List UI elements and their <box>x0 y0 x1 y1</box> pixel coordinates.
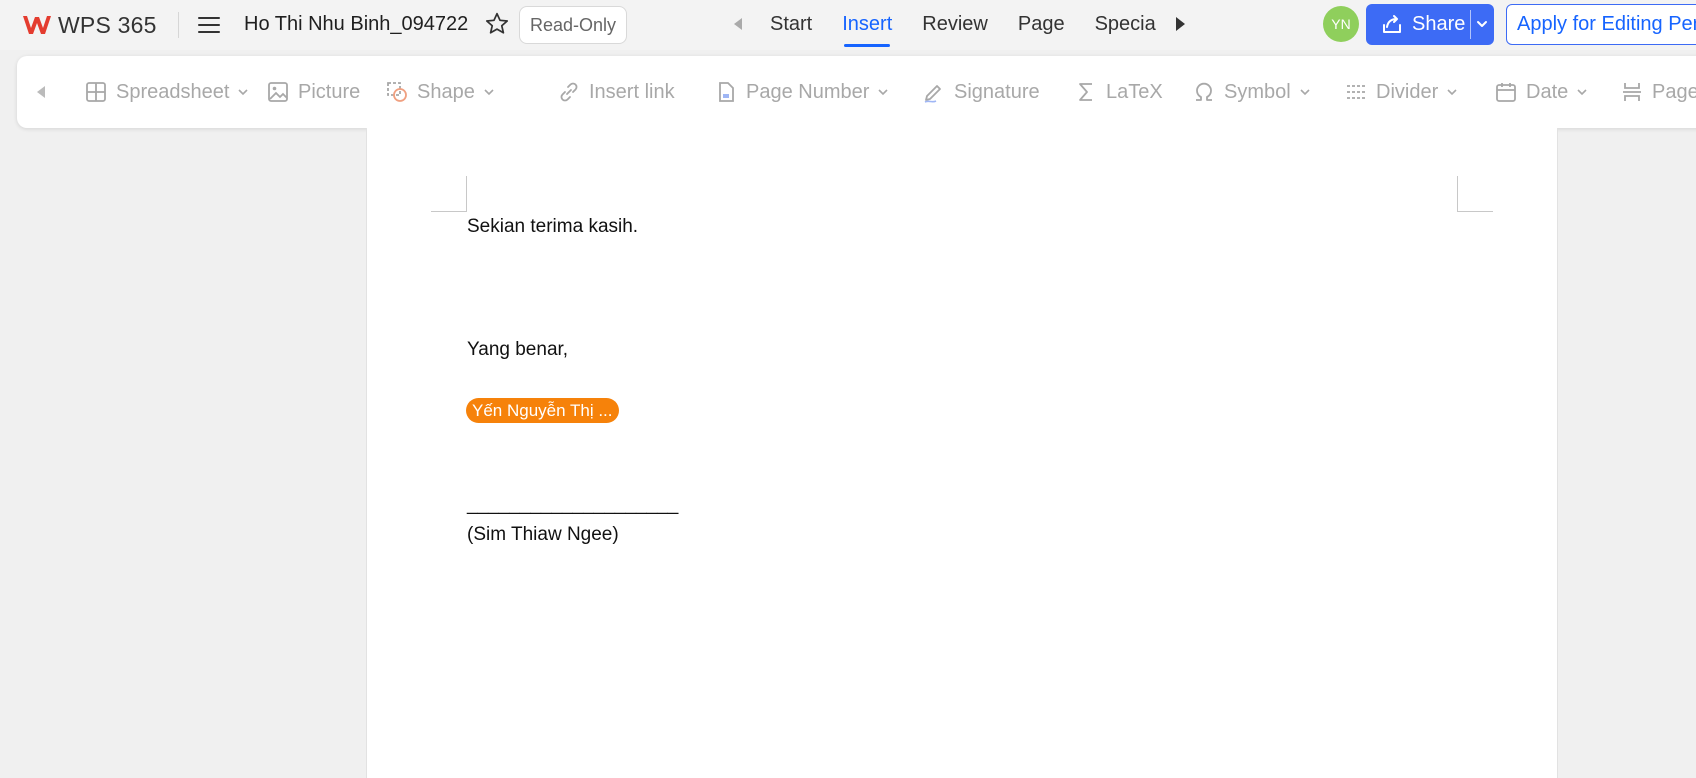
tab-review[interactable]: Review <box>922 0 988 50</box>
image-icon <box>268 82 288 102</box>
signer-name[interactable]: (Sim Thiaw Ngee) <box>467 524 619 546</box>
chevron-down-icon[interactable] <box>1476 19 1488 29</box>
app-name: WPS 365 <box>58 11 157 38</box>
page-number-button[interactable]: Page Number <box>714 56 889 128</box>
document-page[interactable]: Sekian terima kasih. Yang benar, Yến Ngu… <box>366 128 1558 778</box>
document-title[interactable]: Ho Thi Nhu Binh_094722 <box>244 13 468 36</box>
tab-special[interactable]: Specia <box>1095 0 1156 50</box>
date-button[interactable]: Date <box>1494 56 1588 128</box>
share-button[interactable]: Share <box>1366 4 1494 45</box>
insert-link-button[interactable]: Insert link <box>557 56 675 128</box>
latex-button[interactable]: LaTeX <box>1074 56 1163 128</box>
latex-label: LaTeX <box>1106 80 1163 103</box>
share-label: Share <box>1412 13 1466 35</box>
symbol-button[interactable]: Symbol <box>1192 56 1311 128</box>
page-break-icon <box>1623 83 1641 101</box>
closing-paragraph[interactable]: Sekian terima kasih. <box>467 216 638 238</box>
salutation-paragraph[interactable]: Yang benar, <box>467 339 568 361</box>
signature-button[interactable]: Signature <box>922 56 1040 128</box>
pen-icon <box>924 85 941 103</box>
collaborator-cursor-tag: Yến Nguyễn Thị ... <box>466 398 619 423</box>
link-icon <box>560 82 578 102</box>
share-icon <box>1383 14 1401 33</box>
symbol-label: Symbol <box>1224 80 1291 103</box>
page-break-label: Page <box>1652 80 1696 103</box>
signature-line[interactable]: ____________________ <box>467 494 678 516</box>
chevron-down-icon <box>238 89 248 96</box>
spreadsheet-label: Spreadsheet <box>116 80 230 103</box>
page-number-label: Page Number <box>746 80 870 103</box>
picture-button[interactable]: Picture <box>266 56 360 128</box>
app-logo[interactable]: WPS 365 <box>22 10 157 40</box>
signature-label: Signature <box>954 80 1040 103</box>
margin-corner-mark <box>431 176 467 212</box>
tab-page[interactable]: Page <box>1018 0 1065 50</box>
wps-logo-icon <box>23 16 51 34</box>
tab-start[interactable]: Start <box>770 0 812 50</box>
divider <box>178 12 179 38</box>
chevron-down-icon <box>1300 89 1310 96</box>
divider <box>1470 10 1471 39</box>
tab-insert[interactable]: Insert <box>842 0 892 50</box>
tabs-scroll-right-icon[interactable] <box>1176 17 1185 31</box>
divider-icon <box>1347 85 1365 99</box>
spreadsheet-button[interactable]: Spreadsheet <box>84 56 249 128</box>
chevron-down-icon <box>1447 89 1457 96</box>
table-icon <box>86 82 106 102</box>
avatar[interactable]: YN <box>1323 6 1359 42</box>
sigma-icon <box>1079 83 1092 101</box>
page-number-icon <box>719 82 734 102</box>
ribbon-tabs: Start Insert Review Page Specia <box>770 0 1158 50</box>
chevron-down-icon <box>878 89 888 96</box>
hamburger-menu-icon[interactable] <box>196 12 222 38</box>
insert-link-label: Insert link <box>589 80 675 103</box>
calendar-icon <box>1496 83 1516 102</box>
apply-editing-permission-button[interactable]: Apply for Editing Permission <box>1506 4 1696 45</box>
margin-corner-mark <box>1457 176 1493 212</box>
picture-label: Picture <box>298 80 361 103</box>
star-icon[interactable] <box>484 11 510 37</box>
chevron-down-icon <box>484 89 494 96</box>
shape-button[interactable]: Shape <box>385 56 495 128</box>
chevron-down-icon <box>1577 89 1587 96</box>
divider-label: Divider <box>1376 80 1439 103</box>
read-only-badge[interactable]: Read-Only <box>519 6 627 44</box>
page-break-button[interactable]: Page <box>1620 56 1696 128</box>
date-label: Date <box>1526 80 1569 103</box>
tabs-scroll-left-icon[interactable] <box>734 18 742 30</box>
omega-icon <box>1196 82 1212 101</box>
shape-icon <box>387 82 407 102</box>
insert-toolbar: Spreadsheet Picture Shape Insert link Pa… <box>17 56 1696 128</box>
shape-label: Shape <box>417 80 475 103</box>
toolbar-scroll-left-icon[interactable] <box>37 86 45 98</box>
top-bar: WPS 365 Ho Thi Nhu Binh_094722 Read-Only… <box>0 0 1696 50</box>
divider-button[interactable]: Divider <box>1344 56 1458 128</box>
